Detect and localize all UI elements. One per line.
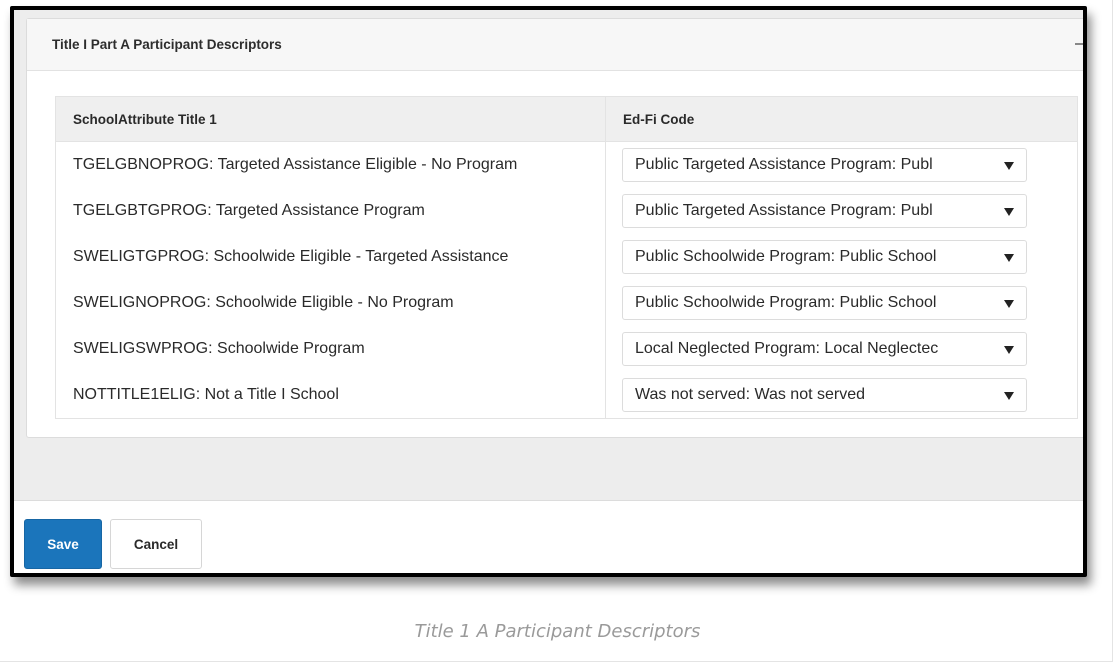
figure-caption: Title 1 A Participant Descriptors: [414, 621, 701, 642]
caret-down-icon: [1004, 254, 1014, 262]
select-value: Public Targeted Assistance Program: Publ: [635, 156, 933, 173]
table-row: NOTTITLE1ELIG: Not a Title I School Was …: [55, 372, 1078, 419]
table-row: SWELIGTGPROG: Schoolwide Eligible - Targ…: [55, 234, 1078, 280]
attribute-cell: TGELGBNOPROG: Targeted Assistance Eligib…: [55, 141, 606, 188]
panel-header: Title I Part A Participant Descriptors: [27, 19, 1083, 71]
panel-title: Title I Part A Participant Descriptors: [52, 37, 282, 52]
descriptors-panel: Title I Part A Participant Descriptors S…: [26, 18, 1083, 438]
cancel-button[interactable]: Cancel: [110, 519, 202, 569]
select-value: Public Targeted Assistance Program: Publ: [635, 202, 933, 219]
caret-down-icon: [1004, 162, 1014, 170]
edfi-code-select[interactable]: Local Neglected Program: Local Neglectec: [622, 332, 1027, 366]
screenshot-window: Title I Part A Participant Descriptors S…: [10, 6, 1087, 577]
select-value: Local Neglected Program: Local Neglectec: [635, 340, 939, 357]
save-button[interactable]: Save: [24, 519, 102, 569]
edfi-code-select[interactable]: Public Targeted Assistance Program: Publ: [622, 148, 1027, 182]
minus-icon[interactable]: [1075, 37, 1083, 49]
attribute-cell: NOTTITLE1ELIG: Not a Title I School: [55, 372, 606, 419]
select-value: Was not served: Was not served: [635, 386, 866, 403]
caret-down-icon: [1004, 392, 1014, 400]
edfi-code-select[interactable]: Public Schoolwide Program: Public School: [622, 240, 1027, 274]
code-cell: Was not served: Was not served: [605, 372, 1078, 419]
code-cell: Public Targeted Assistance Program: Publ: [605, 188, 1078, 234]
attribute-cell: SWELIGNOPROG: Schoolwide Eligible - No P…: [55, 280, 606, 326]
code-cell: Public Targeted Assistance Program: Publ: [605, 141, 1078, 188]
caret-down-icon: [1004, 208, 1014, 216]
table-header-row: SchoolAttribute Title 1 Ed-Fi Code: [55, 96, 1078, 142]
select-value: Public Schoolwide Program: Public School: [635, 294, 937, 311]
attribute-cell: SWELIGTGPROG: Schoolwide Eligible - Targ…: [55, 234, 606, 280]
select-value: Public Schoolwide Program: Public School: [635, 248, 937, 265]
attribute-cell: SWELIGSWPROG: Schoolwide Program: [55, 326, 606, 372]
table-row: SWELIGNOPROG: Schoolwide Eligible - No P…: [55, 280, 1078, 326]
code-cell: Local Neglected Program: Local Neglectec: [605, 326, 1078, 372]
action-bar: Save Cancel: [14, 500, 1083, 573]
table-row: SWELIGSWPROG: Schoolwide Program Local N…: [55, 326, 1078, 372]
mapping-table: SchoolAttribute Title 1 Ed-Fi Code TGELG…: [55, 96, 1078, 419]
column-header-attribute: SchoolAttribute Title 1: [55, 96, 606, 142]
attribute-cell: TGELGBTGPROG: Targeted Assistance Progra…: [55, 188, 606, 234]
edfi-code-select[interactable]: Was not served: Was not served: [622, 378, 1027, 412]
code-cell: Public Schoolwide Program: Public School: [605, 234, 1078, 280]
table-row: TGELGBTGPROG: Targeted Assistance Progra…: [55, 188, 1078, 234]
caret-down-icon: [1004, 346, 1014, 354]
edfi-code-select[interactable]: Public Schoolwide Program: Public School: [622, 286, 1027, 320]
code-cell: Public Schoolwide Program: Public School: [605, 280, 1078, 326]
edfi-code-select[interactable]: Public Targeted Assistance Program: Publ: [622, 194, 1027, 228]
column-header-edfi-code: Ed-Fi Code: [605, 96, 1078, 142]
table-row: TGELGBNOPROG: Targeted Assistance Eligib…: [55, 141, 1078, 188]
caret-down-icon: [1004, 300, 1014, 308]
